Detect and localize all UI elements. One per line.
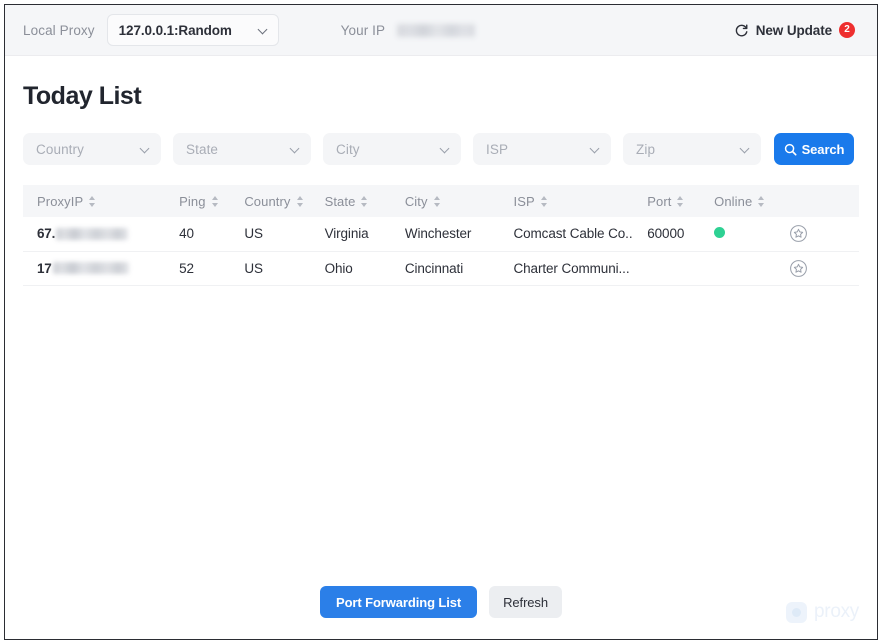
your-ip-group: Your IP [340,22,476,38]
filter-bar: Country State City ISP Zip Search [5,111,877,165]
search-button[interactable]: Search [774,133,854,165]
sort-icon[interactable] [433,195,441,207]
table-row[interactable]: 17 52 US Ohio Cincinnati Charter Communi… [23,251,859,285]
column-header-action [775,185,859,217]
sort-icon[interactable] [758,195,765,207]
table-header: ProxyIP Ping Country State City ISP Port… [23,185,859,217]
new-update-label: New Update [755,22,832,38]
column-header-ping[interactable]: Ping [165,185,230,217]
star-circle-icon[interactable] [789,224,808,243]
port-forwarding-list-button[interactable]: Port Forwarding List [320,586,478,618]
chevron-down-icon [591,145,600,154]
new-update-button[interactable]: New Update 2 [734,22,855,38]
chevron-down-icon [291,145,300,154]
your-ip-value-redacted [397,23,476,37]
sort-icon[interactable] [296,195,304,207]
column-header-online[interactable]: Online [700,185,775,217]
column-label-isp: ISP [513,193,535,209]
cell-port: 60000 [647,226,685,242]
update-badge: 2 [839,22,855,38]
filter-isp-label: ISP [486,141,509,157]
your-ip-label: Your IP [340,22,386,38]
watermark-text: proxy [814,601,859,622]
column-label-country: Country [244,193,291,209]
proxyip-redacted [52,262,129,274]
filter-zip-label: Zip [636,141,656,157]
cell-online [700,217,775,251]
filter-country[interactable]: Country [23,133,161,165]
cell-country: US [244,260,263,276]
top-bar: Local Proxy 127.0.0.1:Random Your IP New… [5,5,877,56]
column-header-proxyip[interactable]: ProxyIP [23,185,165,217]
search-icon [784,143,797,156]
filter-city[interactable]: City [323,133,461,165]
footer-bar: Port Forwarding List Refresh proxy [5,565,877,639]
cell-proxyip: 67. [23,217,165,251]
page-title: Today List [23,82,142,110]
app-window: Local Proxy 127.0.0.1:Random Your IP New… [4,4,878,640]
filter-city-label: City [336,141,360,157]
online-status-dot [714,227,726,239]
cell-action [775,251,859,285]
sort-icon[interactable] [361,195,368,207]
cell-isp: Charter Communi... [513,260,630,276]
column-label-city: City [404,193,428,209]
star-circle-icon[interactable] [789,259,808,278]
proxy-table: ProxyIP Ping Country State City ISP Port… [23,185,859,286]
cell-country: US [244,226,263,242]
column-label-ping: Ping [179,193,206,209]
sort-icon[interactable] [89,195,96,207]
local-proxy-value: 127.0.0.1:Random [118,22,232,38]
cell-city: Cincinnati [404,260,464,276]
cell-state: Virginia [324,226,369,242]
proxyip-redacted [56,227,129,240]
chevron-down-icon [741,145,750,154]
watermark: proxy [786,601,859,623]
chevron-down-icon [141,145,150,154]
column-header-country[interactable]: Country [230,185,310,217]
filter-isp[interactable]: ISP [473,133,611,165]
proxy-table-container: ProxyIP Ping Country State City ISP Port… [5,165,877,565]
cell-proxyip: 17 [23,251,165,285]
local-proxy-label: Local Proxy [23,22,95,38]
cell-port [633,251,700,285]
refresh-icon [735,23,748,36]
filter-country-label: Country [36,141,84,157]
local-proxy-select[interactable]: 127.0.0.1:Random [106,14,279,46]
cell-online [700,251,775,285]
proxyip-prefix: 67. [37,226,56,242]
cell-isp: Comcast Cable Co... [513,226,634,242]
column-label-online: Online [714,193,753,209]
chevron-down-icon [441,145,450,154]
cell-state: Ohio [324,260,353,276]
column-label-port: Port [647,193,672,209]
table-row[interactable]: 67. 40 US Virginia Winchester Comcast Ca… [23,217,859,251]
proxy-logo-icon [786,601,808,623]
table-body: 67. 40 US Virginia Winchester Comcast Ca… [23,217,859,285]
cell-ping: 40 [179,226,194,242]
sort-icon[interactable] [211,195,219,207]
cell-action [775,217,859,251]
column-label-state: State [324,193,356,209]
filter-state[interactable]: State [173,133,311,165]
column-header-isp[interactable]: ISP [499,185,633,217]
column-header-port[interactable]: Port [633,185,700,217]
filter-zip[interactable]: Zip [623,133,761,165]
filter-state-label: State [186,141,219,157]
sort-icon[interactable] [540,195,548,207]
search-button-label: Search [801,141,845,157]
sort-icon[interactable] [677,195,684,207]
chevron-down-icon [259,26,268,35]
refresh-button[interactable]: Refresh [489,586,562,618]
proxyip-prefix: 17 [37,260,52,276]
cell-ping: 52 [179,260,194,276]
column-header-city[interactable]: City [391,185,500,217]
column-label-proxyip: ProxyIP [37,193,84,209]
proxy-logo-inner [792,607,802,617]
table-header-row: ProxyIP Ping Country State City ISP Port… [23,185,859,217]
cell-city: Winchester [404,226,472,242]
column-header-state[interactable]: State [311,185,391,217]
